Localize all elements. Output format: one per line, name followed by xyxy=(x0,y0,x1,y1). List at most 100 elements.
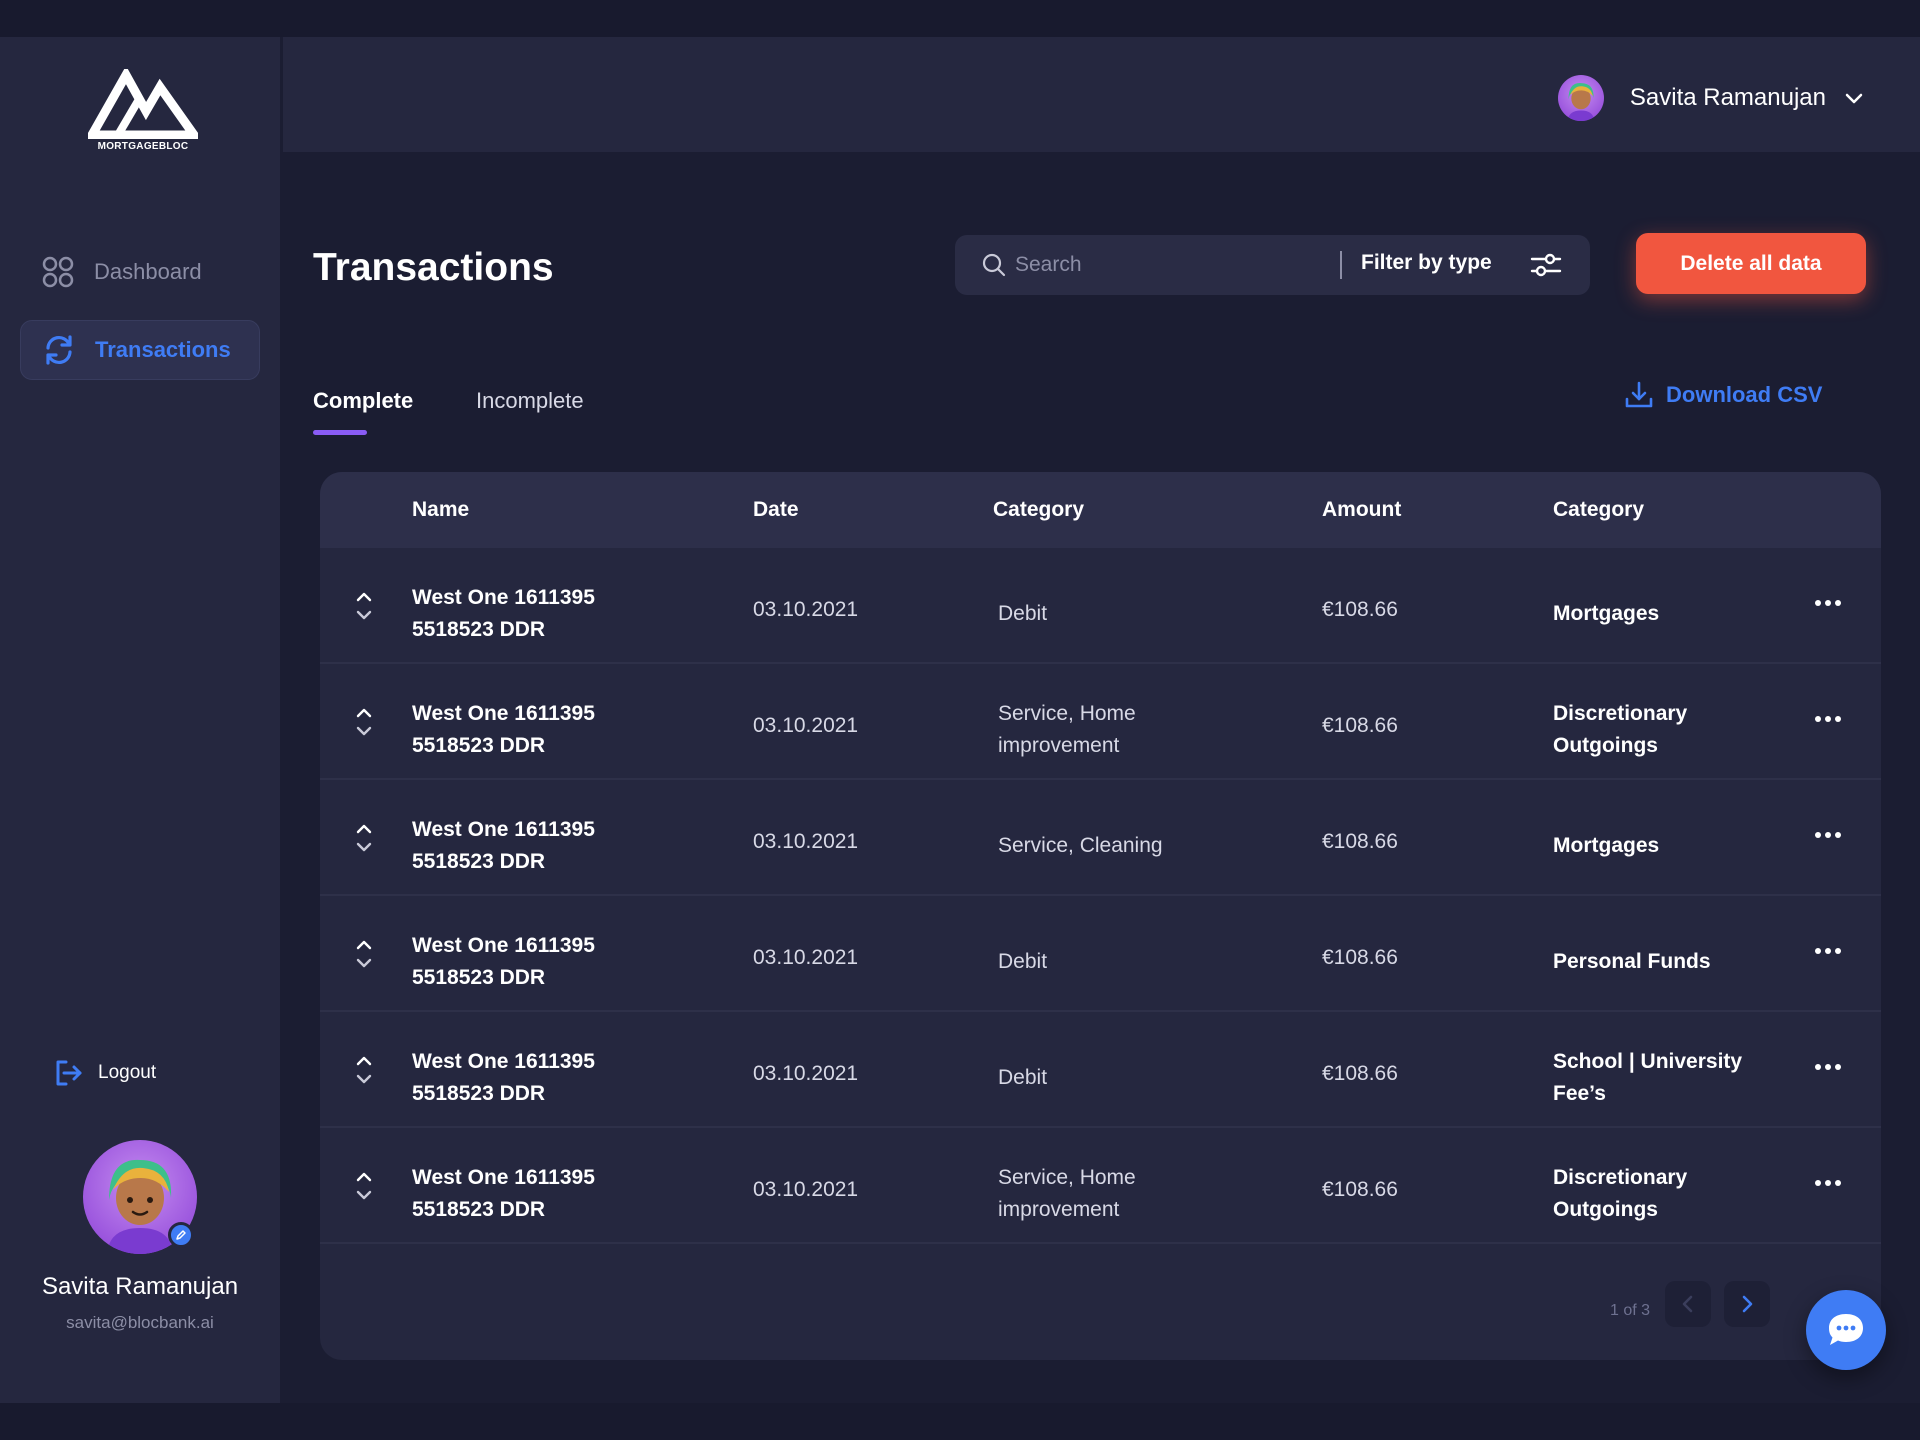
sort-arrows-icon[interactable] xyxy=(354,586,374,626)
cell-category: Discretionary Outgoings xyxy=(1553,698,1753,762)
chevron-down-icon xyxy=(1845,93,1863,104)
next-page-button[interactable] xyxy=(1724,1281,1770,1327)
sidebar-user-email: savita@blocbank.ai xyxy=(66,1313,214,1332)
cell-type: Debit xyxy=(998,1046,1218,1110)
table-row[interactable]: West One 1611395 5518523 DDR 03.10.2021 De… xyxy=(320,548,1881,664)
column-header-date[interactable]: Date xyxy=(753,498,799,522)
sliders-icon[interactable] xyxy=(1529,250,1563,280)
sidebar-item-transactions[interactable]: Transactions xyxy=(20,320,260,380)
cell-category: Mortgages xyxy=(1553,814,1753,878)
cell-category-text: Discretionary Outgoings xyxy=(1553,1166,1688,1221)
cell-name: West One 1611395 5518523 DDR xyxy=(412,586,595,641)
more-horizontal-icon xyxy=(1815,600,1841,606)
page-title: Transactions xyxy=(313,246,554,289)
delete-all-data-button[interactable]: Delete all data xyxy=(1636,233,1866,294)
sort-arrows-icon[interactable] xyxy=(354,1050,374,1090)
user-avatar-icon xyxy=(1567,83,1595,121)
more-horizontal-icon xyxy=(1815,1180,1841,1186)
search-input[interactable] xyxy=(1015,245,1315,285)
cell-date: 03.10.2021 xyxy=(753,714,859,737)
cell-type-text: Debit xyxy=(998,602,1048,625)
cell-type: Debit xyxy=(998,930,1218,994)
cell-category: Discretionary Outgoings xyxy=(1553,1162,1753,1226)
chevron-left-icon xyxy=(1682,1295,1693,1313)
prev-page-button[interactable] xyxy=(1665,1281,1711,1327)
download-csv-button[interactable]: Download CSV xyxy=(1624,380,1822,410)
cell-date: 03.10.2021 xyxy=(753,830,859,853)
sidebar-item-dashboard[interactable]: Dashboard xyxy=(20,242,260,302)
table-row[interactable]: West One 1611395 5518523 DDR 03.10.2021 Se… xyxy=(320,664,1881,780)
row-actions-button[interactable] xyxy=(1810,1168,1846,1198)
cell-amount: €108.66 xyxy=(1322,1062,1398,1085)
cell-type: Debit xyxy=(998,582,1218,646)
header-user-name: Savita Ramanujan xyxy=(1629,84,1826,111)
brand-logo[interactable]: MORTGAGEBLOC xyxy=(84,65,203,153)
user-menu[interactable]: Savita Ramanujan xyxy=(1557,75,1864,121)
sort-arrows-icon[interactable] xyxy=(354,1166,374,1206)
logo-text: MORTGAGEBLOC xyxy=(97,141,189,152)
cell-amount: €108.66 xyxy=(1322,1178,1398,1201)
logout-button[interactable]: Logout xyxy=(52,1057,156,1089)
logo-mark-icon xyxy=(84,65,203,140)
cell-type: Service, Cleaning xyxy=(998,814,1218,878)
cell-category: Personal Funds xyxy=(1553,930,1753,994)
download-icon xyxy=(1624,380,1654,410)
sort-arrows-icon[interactable] xyxy=(354,818,374,858)
row-actions-button[interactable] xyxy=(1810,820,1846,850)
more-horizontal-icon xyxy=(1815,1064,1841,1070)
tab-incomplete[interactable]: Incomplete xyxy=(476,388,584,414)
column-header-category[interactable]: Category xyxy=(1553,498,1644,522)
cell-type-text: Service, Home improvement xyxy=(998,702,1136,757)
cell-name: West One 1611395 5518523 DDR xyxy=(412,702,595,757)
row-actions-button[interactable] xyxy=(1810,936,1846,966)
cell-category-text: Mortgages xyxy=(1553,834,1660,857)
table-row[interactable]: West One 1611395 5518523 DDR 03.10.2021 De… xyxy=(320,1012,1881,1128)
row-actions-button[interactable] xyxy=(1810,1052,1846,1082)
cell-category-text: Personal Funds xyxy=(1553,950,1711,973)
more-horizontal-icon xyxy=(1815,948,1841,954)
table-row[interactable]: West One 1611395 5518523 DDR 03.10.2021 De… xyxy=(320,896,1881,1012)
row-actions-button[interactable] xyxy=(1810,704,1846,734)
table-row[interactable]: West One 1611395 5518523 DDR 03.10.2021 Se… xyxy=(320,1128,1881,1244)
cell-type-text: Service, Home improvement xyxy=(998,1166,1136,1221)
chat-bubble-icon xyxy=(1829,1314,1863,1345)
active-tab-indicator xyxy=(313,430,367,435)
column-header-type[interactable]: Category xyxy=(993,498,1084,522)
more-horizontal-icon xyxy=(1815,832,1841,838)
column-header-name[interactable]: Name xyxy=(412,498,469,522)
cell-date: 03.10.2021 xyxy=(753,1062,859,1085)
sidebar-user-name: Savita Ramanujan xyxy=(41,1273,239,1300)
refresh-icon xyxy=(41,332,77,368)
cell-type-text: Debit xyxy=(998,950,1048,973)
cell-amount: €108.66 xyxy=(1322,598,1398,621)
row-actions-button[interactable] xyxy=(1810,588,1846,618)
cell-type: Service, Home improvement xyxy=(998,698,1218,762)
cell-category: Mortgages xyxy=(1553,582,1753,646)
cell-category-text: School | University Fee’s xyxy=(1553,1050,1743,1105)
transactions-table: Name Date Category Amount Category West … xyxy=(320,472,1881,1360)
chat-button[interactable] xyxy=(1806,1290,1886,1370)
chevron-right-icon xyxy=(1742,1295,1753,1313)
cell-type-text: Debit xyxy=(998,1066,1048,1089)
grid-icon xyxy=(40,254,76,290)
table-row[interactable]: West One 1611395 5518523 DDR 03.10.2021 Se… xyxy=(320,780,1881,896)
search-divider xyxy=(1340,251,1342,279)
cell-category-text: Discretionary Outgoings xyxy=(1553,702,1688,757)
cell-date: 03.10.2021 xyxy=(753,946,859,969)
cell-name: West One 1611395 5518523 DDR xyxy=(412,934,595,989)
cell-amount: €108.66 xyxy=(1322,714,1398,737)
cell-name: West One 1611395 5518523 DDR xyxy=(412,1166,595,1221)
download-csv-label: Download CSV xyxy=(1666,382,1823,407)
edit-avatar-button[interactable] xyxy=(168,1222,194,1248)
sidebar-item-label: Dashboard xyxy=(94,259,202,284)
cell-category-text: Mortgages xyxy=(1553,602,1660,625)
filter-by-type-button[interactable]: Filter by type xyxy=(1361,251,1492,275)
cell-amount: €108.66 xyxy=(1322,830,1398,853)
cell-date: 03.10.2021 xyxy=(753,598,859,621)
sort-arrows-icon[interactable] xyxy=(354,934,374,974)
pagination-text: 1 of 3 xyxy=(1610,1302,1651,1319)
sidebar-item-label: Transactions xyxy=(95,337,231,362)
column-header-amount[interactable]: Amount xyxy=(1322,498,1401,522)
sort-arrows-icon[interactable] xyxy=(354,702,374,742)
tab-complete[interactable]: Complete xyxy=(313,388,413,414)
